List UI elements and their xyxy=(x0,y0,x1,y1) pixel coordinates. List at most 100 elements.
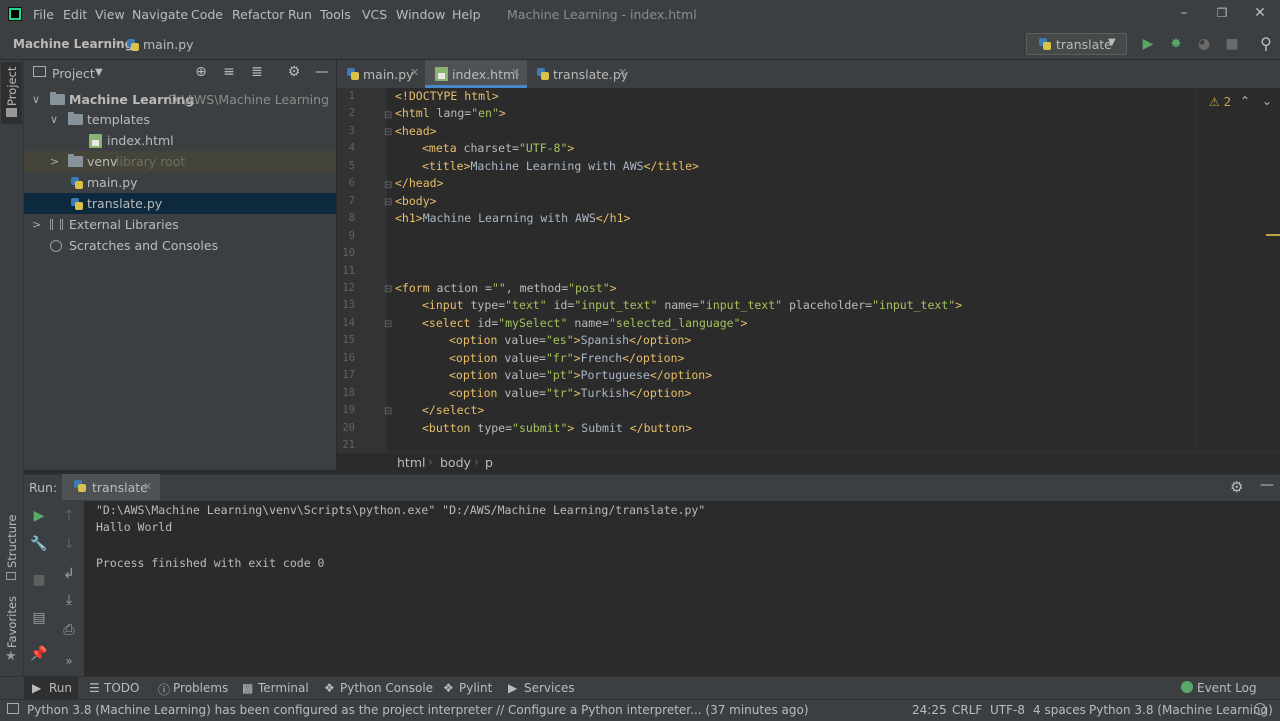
chevron-right-icon[interactable]: > xyxy=(50,151,59,172)
print-icon[interactable]: ⎙ xyxy=(59,622,79,638)
code-line[interactable]: <form action ="", method="post"> xyxy=(395,280,617,298)
bottom-tool-event-log[interactable]: Event Log xyxy=(1197,681,1257,695)
status-indent[interactable]: 4 spaces xyxy=(1033,703,1086,717)
breadcrumb-p[interactable]: p xyxy=(485,455,493,470)
tree-item-scratches[interactable]: Scratches and Consoles xyxy=(24,235,336,256)
tree-item-venv[interactable]: > venv library root xyxy=(24,151,336,172)
menu-window[interactable]: Window xyxy=(396,7,445,22)
close-tab-icon[interactable]: ✕ xyxy=(618,66,627,79)
stop-icon[interactable]: ■ xyxy=(29,572,49,588)
bottom-tool-terminal[interactable]: Terminal xyxy=(258,681,309,695)
expand-all-icon[interactable]: ≡ xyxy=(220,64,238,80)
menu-edit[interactable]: Edit xyxy=(63,7,87,22)
breadcrumb-html[interactable]: html xyxy=(397,455,425,470)
chevron-down-icon[interactable]: ⌄ xyxy=(1262,94,1272,108)
code-line[interactable]: </head> xyxy=(395,175,443,193)
close-tab-icon[interactable]: ✕ xyxy=(511,66,520,79)
menu-vcs[interactable]: VCS xyxy=(362,7,387,22)
fold-marker-icon[interactable]: ⊟ xyxy=(384,406,392,417)
breadcrumb-file[interactable]: main.py xyxy=(143,37,194,52)
fold-marker-icon[interactable]: ⊟ xyxy=(384,127,392,138)
tree-item-templates[interactable]: ∨ templates xyxy=(24,109,336,130)
run-icon[interactable]: ▶ xyxy=(1139,35,1157,53)
menu-tools[interactable]: Tools xyxy=(320,7,351,22)
warning-marker[interactable] xyxy=(1266,234,1280,236)
gear-icon[interactable]: ⚙ xyxy=(1230,478,1243,496)
tool-windows-icon[interactable] xyxy=(7,703,19,714)
chevron-down-icon[interactable]: ∨ xyxy=(32,89,40,110)
search-icon[interactable]: ⚲ xyxy=(1257,35,1275,53)
chevron-right-icon[interactable]: > xyxy=(32,214,41,235)
code-line[interactable]: <html lang="en"> xyxy=(395,105,506,123)
status-caret-position[interactable]: 24:25 xyxy=(912,703,947,717)
bottom-tool-pylint[interactable]: Pylint xyxy=(459,681,492,695)
code-line[interactable]: <option value="pt">Portuguese</option> xyxy=(449,367,712,385)
warning-icon[interactable]: ⚠ 2 xyxy=(1209,95,1231,109)
hide-panel-icon[interactable]: — xyxy=(313,64,331,80)
fold-marker-icon[interactable]: ⊟ xyxy=(384,110,392,121)
close-tab-icon[interactable]: ✕ xyxy=(143,480,152,493)
debug-bug-icon[interactable]: ✸ xyxy=(1167,35,1185,53)
code-line[interactable]: <select id="mySelect" name="selected_lan… xyxy=(422,315,747,333)
bottom-tool-problems[interactable]: Problems xyxy=(173,681,228,695)
code-line[interactable]: <option value="fr">French</option> xyxy=(449,350,684,368)
menu-view[interactable]: View xyxy=(95,7,125,22)
structure-tool-label[interactable]: Structure xyxy=(5,515,19,569)
more-icon[interactable]: » xyxy=(59,654,79,668)
code-line[interactable]: <button type="submit"> Submit </button> xyxy=(422,420,692,438)
chevron-down-icon[interactable]: ∨ xyxy=(50,109,58,130)
menu-code[interactable]: Code xyxy=(191,7,223,22)
fold-marker-icon[interactable]: ⊟ xyxy=(384,180,392,191)
tree-item-root[interactable]: ∨ Machine Learning D:\AWS\Machine Learni… xyxy=(24,89,336,110)
tab-main-py[interactable]: main.py xyxy=(363,67,414,82)
menu-navigate[interactable]: Navigate xyxy=(132,7,188,22)
fold-marker-icon[interactable]: ⊟ xyxy=(384,319,392,330)
menu-help[interactable]: Help xyxy=(452,7,481,22)
fold-marker-icon[interactable]: ⊟ xyxy=(384,197,392,208)
collapse-all-icon[interactable]: ≣ xyxy=(248,64,266,80)
inspector-icon[interactable] xyxy=(1254,703,1266,715)
pin-icon[interactable]: 📌 xyxy=(29,646,49,662)
menu-run[interactable]: Run xyxy=(288,7,312,22)
scroll-to-end-icon[interactable]: ⤓ xyxy=(59,592,79,608)
code-line[interactable]: </select> xyxy=(422,402,484,420)
tab-translate-py[interactable]: translate.py xyxy=(553,67,628,82)
status-interpreter[interactable]: Python 3.8 (Machine Learning) xyxy=(1089,703,1273,717)
rerun-icon[interactable]: ▶ xyxy=(29,508,49,524)
tree-item-index-html[interactable]: index.html xyxy=(24,130,336,151)
status-line-separator[interactable]: CRLF xyxy=(952,703,982,717)
arrow-down-icon[interactable]: ↓ xyxy=(59,536,79,552)
restore-icon[interactable]: ❐ xyxy=(1212,6,1232,20)
hide-panel-icon[interactable]: — xyxy=(1260,477,1274,493)
gear-icon[interactable]: ⚙ xyxy=(285,64,303,80)
stop-icon[interactable]: ■ xyxy=(1223,35,1241,53)
layout-icon[interactable]: ▤ xyxy=(29,610,49,626)
locate-icon[interactable]: ⊕ xyxy=(192,64,210,80)
code-line[interactable]: <h1>Machine Learning with AWS</h1> xyxy=(395,210,630,228)
status-encoding[interactable]: UTF-8 xyxy=(990,703,1025,717)
code-line[interactable]: <input type="text" id="input_text" name=… xyxy=(422,297,962,315)
code-line[interactable]: <!DOCTYPE html> xyxy=(395,88,499,106)
tree-item-external-libraries[interactable]: > External Libraries xyxy=(24,214,336,235)
breadcrumb-body[interactable]: body xyxy=(440,455,471,470)
code-line[interactable]: <body> xyxy=(395,193,437,211)
coverage-icon[interactable]: ◕ xyxy=(1195,35,1213,53)
wrench-icon[interactable]: 🔧 xyxy=(29,536,49,552)
bottom-tool-todo[interactable]: TODO xyxy=(104,681,139,695)
code-line[interactable]: <head> xyxy=(395,123,437,141)
soft-wrap-icon[interactable]: ↲ xyxy=(59,566,79,582)
minimize-icon[interactable]: – xyxy=(1174,5,1194,21)
close-icon[interactable]: ✕ xyxy=(1250,5,1270,21)
tree-item-main-py[interactable]: main.py xyxy=(24,172,336,193)
tab-index-html[interactable]: index.html xyxy=(452,67,519,82)
favorites-tool-label[interactable]: Favorites xyxy=(5,596,19,648)
code-line[interactable]: <title>Machine Learning with AWS</title> xyxy=(422,158,699,176)
bottom-tool-python-console[interactable]: Python Console xyxy=(340,681,433,695)
code-line[interactable]: <meta charset="UTF-8"> xyxy=(422,140,574,158)
status-message[interactable]: Python 3.8 (Machine Learning) has been c… xyxy=(27,703,809,717)
chevron-up-icon[interactable]: ⌃ xyxy=(1240,94,1250,108)
arrow-up-icon[interactable]: ↑ xyxy=(59,508,79,524)
bottom-tool-run[interactable]: Run xyxy=(49,681,72,695)
tree-item-translate-py[interactable]: translate.py xyxy=(24,193,336,214)
code-line[interactable]: <option value="es">Spanish</option> xyxy=(449,332,691,350)
